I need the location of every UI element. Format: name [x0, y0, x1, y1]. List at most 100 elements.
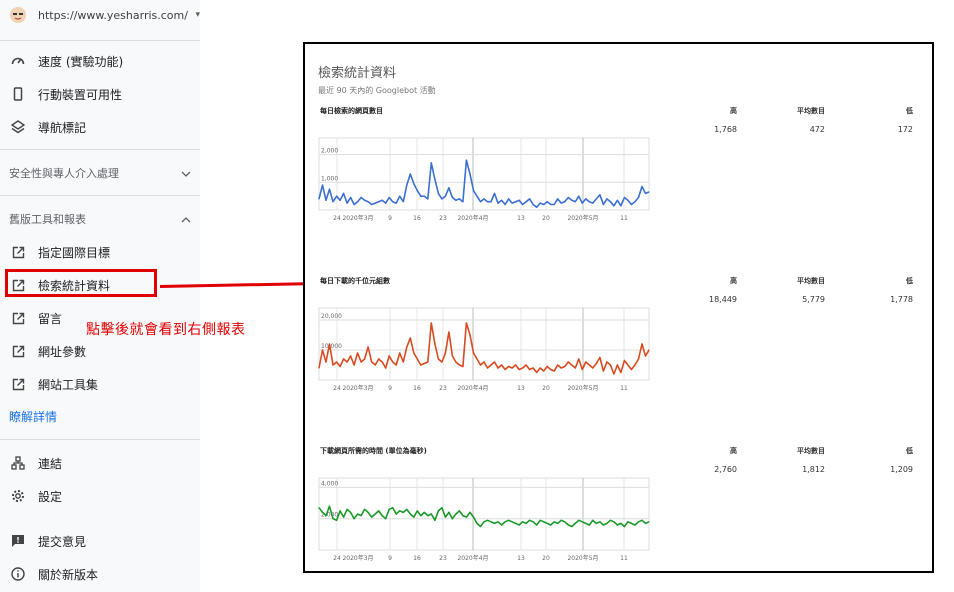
data-point	[388, 355, 390, 357]
nav-item-web-tools[interactable]: 網站工具集	[0, 371, 200, 397]
dropdown-icon[interactable]: ▾	[195, 10, 200, 20]
data-point	[427, 198, 429, 200]
data-point	[602, 203, 604, 206]
data-point	[346, 361, 348, 363]
data-point	[469, 511, 471, 513]
data-point	[416, 358, 418, 360]
data-point	[620, 205, 622, 207]
data-point	[343, 192, 345, 194]
data-point	[508, 365, 510, 368]
data-point	[423, 362, 425, 365]
data-point	[448, 511, 450, 513]
data-point	[423, 511, 425, 513]
data-point	[609, 201, 611, 203]
x-tick-label: 2020年5月	[567, 384, 598, 392]
data-point	[325, 515, 327, 517]
data-point	[536, 206, 538, 208]
nav-item-mobile-usability[interactable]: 行動裝置可用性	[0, 81, 200, 107]
data-point	[634, 524, 636, 526]
nav-item-breadcrumbs[interactable]: 導航標記	[0, 114, 200, 140]
nav-item-feedback[interactable]: 提交意見	[0, 528, 200, 554]
nav-item-label: 關於新版本	[38, 567, 99, 582]
data-point	[476, 195, 478, 197]
links-icon	[10, 455, 26, 471]
data-point	[353, 518, 355, 520]
data-point	[360, 196, 362, 199]
data-point	[515, 522, 517, 524]
data-point	[543, 521, 545, 523]
data-point	[546, 522, 548, 524]
data-point	[406, 184, 408, 186]
nav-item-settings[interactable]: 設定	[0, 483, 200, 509]
nav-item-links[interactable]: 連結	[0, 450, 200, 476]
learn-more-link[interactable]: 瞭解詳情	[9, 408, 57, 425]
nav-item-international-targeting[interactable]: 指定國際目標	[0, 239, 200, 265]
data-point	[483, 361, 485, 363]
data-point	[409, 513, 411, 515]
data-point	[504, 521, 506, 523]
settings-icon	[10, 488, 26, 504]
data-point	[378, 510, 380, 512]
data-point	[585, 361, 587, 363]
section-label: 安全性與專人介入處理	[9, 167, 119, 180]
data-point	[423, 195, 425, 197]
nav-item-speed[interactable]: 速度 (實驗功能)	[0, 48, 200, 74]
data-point	[585, 198, 587, 200]
data-point	[644, 355, 647, 357]
data-point	[318, 367, 320, 369]
data-point	[546, 201, 548, 203]
data-point	[648, 349, 650, 351]
section-legacy-tools[interactable]: 舊版工具和報表	[9, 210, 191, 228]
data-point	[455, 513, 457, 515]
property-selector[interactable]: https://www.yesharris.com/ ▾	[10, 6, 200, 24]
data-point	[420, 364, 422, 366]
x-tick-label: 2020年4月	[457, 554, 488, 562]
data-point	[367, 346, 369, 348]
data-point	[395, 202, 397, 204]
data-point	[641, 343, 643, 345]
data-point	[444, 352, 446, 354]
data-point	[511, 521, 513, 523]
data-point	[357, 513, 359, 515]
stat-high: 18,449	[709, 295, 737, 304]
data-point	[339, 510, 341, 512]
data-point	[585, 522, 587, 524]
x-tick-label: 2020年5月	[567, 554, 598, 562]
y-tick-label: 4,000	[321, 480, 338, 487]
layers-icon	[10, 119, 26, 135]
section-security[interactable]: 安全性與專人介入處理	[9, 164, 191, 182]
x-tick-label: 2020年3月	[342, 214, 373, 222]
x-tick-label: 20	[542, 555, 550, 562]
data-point	[567, 524, 569, 526]
data-point	[325, 361, 327, 363]
data-point	[430, 162, 432, 164]
data-point	[620, 522, 622, 524]
data-point	[497, 202, 499, 204]
x-tick-label: 11	[620, 385, 628, 392]
data-point	[592, 202, 594, 204]
data-point	[539, 202, 541, 204]
data-point	[476, 358, 478, 360]
data-point	[599, 194, 601, 196]
data-point	[588, 524, 590, 526]
data-point	[592, 367, 594, 369]
data-point	[437, 192, 439, 194]
data-point	[328, 188, 331, 190]
chevron-down-icon	[181, 167, 191, 180]
x-tick-label: 9	[388, 555, 392, 562]
data-point	[451, 355, 453, 357]
data-point	[553, 370, 555, 372]
nav-item-url-parameters[interactable]: 網址參數	[0, 338, 200, 364]
y-tick-label: 2,000	[321, 148, 338, 155]
data-point	[448, 331, 450, 333]
data-point	[462, 365, 464, 368]
data-point	[637, 358, 640, 360]
data-point	[318, 198, 320, 200]
nav-item-about-new-version[interactable]: 關於新版本	[0, 561, 200, 587]
crawl-stats-report: 檢索統計資料 最近 90 天內的 Googlebot 活動 每日檢索的網頁數目 …	[303, 42, 934, 573]
data-point	[483, 198, 485, 200]
data-point	[413, 516, 415, 518]
data-point	[578, 358, 580, 360]
data-point	[336, 519, 338, 521]
data-point	[606, 361, 608, 363]
